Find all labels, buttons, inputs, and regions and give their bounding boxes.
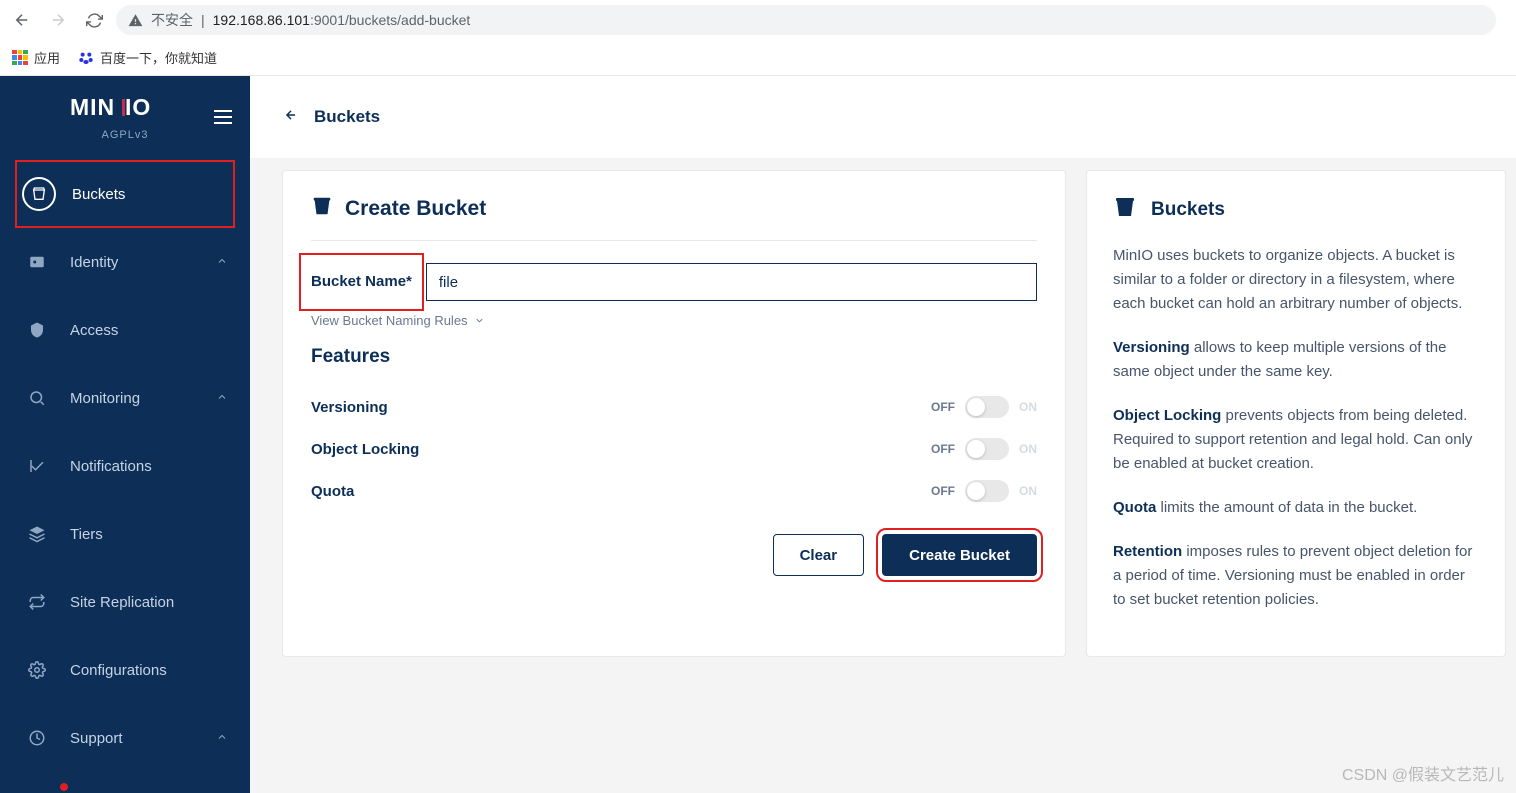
bookmark-apps[interactable]: 应用 xyxy=(12,48,60,67)
bucket-name-input[interactable] xyxy=(426,263,1037,301)
sidebar-item-label: Notifications xyxy=(70,458,152,475)
chevron-up-icon xyxy=(216,254,228,271)
insecure-icon xyxy=(128,13,143,28)
chevron-up-icon xyxy=(216,390,228,407)
bucket-icon xyxy=(311,195,333,222)
browser-forward-button[interactable] xyxy=(44,6,72,34)
apps-icon xyxy=(12,50,28,66)
main-content: Buckets Create Bucket Bucket Name* xyxy=(250,76,1516,793)
monitoring-icon xyxy=(20,381,54,415)
status-dot xyxy=(60,783,68,791)
sidebar-item-label: Site Replication xyxy=(70,594,174,611)
tiers-icon xyxy=(20,517,54,551)
nav-menu: Buckets Identity Access Monitoring Notif… xyxy=(0,160,250,774)
info-p1: MinIO uses buckets to organize objects. … xyxy=(1113,244,1479,316)
url-host: 192.168.86.101 xyxy=(213,12,310,28)
toggle-on-label: ON xyxy=(1019,484,1037,498)
sidebar-item-notifications[interactable]: Notifications xyxy=(0,432,250,500)
bucket-name-label-highlight: Bucket Name* xyxy=(299,253,424,311)
page-header: Buckets xyxy=(250,76,1516,158)
info-p2: Versioning allows to keep multiple versi… xyxy=(1113,336,1479,384)
browser-toolbar: 不安全 | 192.168.86.101:9001/buckets/add-bu… xyxy=(0,0,1516,40)
sidebar-item-access[interactable]: Access xyxy=(0,296,250,364)
watermark: CSDN @假装文艺范儿 xyxy=(1342,761,1504,785)
back-button[interactable] xyxy=(282,108,300,127)
info-title: Buckets xyxy=(1151,199,1225,221)
bookmarks-bar: 应用 百度一下，你就知道 xyxy=(0,40,1516,76)
bucket-icon xyxy=(1113,195,1137,224)
svg-text:MIN: MIN xyxy=(70,96,115,120)
address-bar[interactable]: 不安全 | 192.168.86.101:9001/buckets/add-bu… xyxy=(116,5,1496,35)
notifications-icon xyxy=(20,449,54,483)
sidebar-item-tiers[interactable]: Tiers xyxy=(0,500,250,568)
form-title: Create Bucket xyxy=(345,197,486,221)
svg-text:IO: IO xyxy=(125,96,151,120)
sidebar: MIN IO AGPLv3 Buckets Identity Access xyxy=(0,76,250,793)
create-bucket-button[interactable]: Create Bucket xyxy=(882,534,1037,576)
info-p4: Quota limits the amount of data in the b… xyxy=(1113,496,1479,520)
chevron-down-icon xyxy=(474,315,485,326)
logo: MIN IO AGPLv3 xyxy=(0,76,250,160)
sidebar-item-monitoring[interactable]: Monitoring xyxy=(0,364,250,432)
bucket-name-label: Bucket Name* xyxy=(311,273,412,290)
sidebar-item-label: Tiers xyxy=(70,526,103,543)
sidebar-item-label: Access xyxy=(70,322,118,339)
sidebar-item-configurations[interactable]: Configurations xyxy=(0,636,250,704)
hamburger-icon[interactable] xyxy=(214,110,232,124)
access-icon xyxy=(20,313,54,347)
url-path: :9001/buckets/add-bucket xyxy=(310,12,470,28)
toggle-off-label: OFF xyxy=(931,400,955,414)
sidebar-item-label: Support xyxy=(70,730,123,747)
feature-versioning: Versioning OFF ON xyxy=(311,386,1037,428)
replication-icon xyxy=(20,585,54,619)
sidebar-item-label: Monitoring xyxy=(70,390,140,407)
info-p5: Retention imposes rules to prevent objec… xyxy=(1113,540,1479,612)
logo-text: MIN IO xyxy=(70,96,180,127)
toggle-on-label: ON xyxy=(1019,442,1037,456)
browser-back-button[interactable] xyxy=(8,6,36,34)
feature-label: Object Locking xyxy=(311,441,419,458)
logo-subtitle: AGPLv3 xyxy=(102,129,149,141)
page-title: Buckets xyxy=(314,107,380,127)
feature-label: Quota xyxy=(311,483,354,500)
bucket-icon xyxy=(22,177,56,211)
toggle-off-label: OFF xyxy=(931,442,955,456)
sidebar-item-label: Buckets xyxy=(72,186,125,203)
info-p3: Object Locking prevents objects from bei… xyxy=(1113,404,1479,476)
sidebar-item-buckets[interactable]: Buckets xyxy=(15,160,235,228)
feature-object-locking: Object Locking OFF ON xyxy=(311,428,1037,470)
sidebar-item-site-replication[interactable]: Site Replication xyxy=(0,568,250,636)
chevron-up-icon xyxy=(216,730,228,747)
features-title: Features xyxy=(311,346,1037,368)
quota-toggle[interactable] xyxy=(965,480,1009,502)
sidebar-item-label: Configurations xyxy=(70,662,167,679)
identity-icon xyxy=(20,245,54,279)
toggle-off-label: OFF xyxy=(931,484,955,498)
toggle-on-label: ON xyxy=(1019,400,1037,414)
sidebar-item-support[interactable]: Support xyxy=(0,704,250,772)
baidu-icon xyxy=(78,50,94,66)
browser-reload-button[interactable] xyxy=(80,6,108,34)
versioning-toggle[interactable] xyxy=(965,396,1009,418)
clear-button[interactable]: Clear xyxy=(773,534,865,576)
object-locking-toggle[interactable] xyxy=(965,438,1009,460)
view-naming-rules-link[interactable]: View Bucket Naming Rules xyxy=(311,313,1037,328)
info-panel: Buckets MinIO uses buckets to organize o… xyxy=(1086,170,1506,657)
bookmark-baidu[interactable]: 百度一下，你就知道 xyxy=(78,48,217,67)
create-bucket-form: Create Bucket Bucket Name* View Bucket N… xyxy=(282,170,1066,657)
gear-icon xyxy=(20,653,54,687)
insecure-label: 不安全 xyxy=(151,10,193,30)
feature-label: Versioning xyxy=(311,399,388,416)
sidebar-item-identity[interactable]: Identity xyxy=(0,228,250,296)
sidebar-item-label: Identity xyxy=(70,254,118,271)
support-icon xyxy=(20,721,54,755)
feature-quota: Quota OFF ON xyxy=(311,470,1037,512)
